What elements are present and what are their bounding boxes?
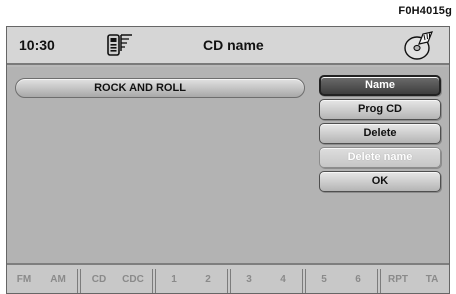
softkey-5[interactable]: 5	[309, 274, 339, 285]
screen-title: CD name	[203, 37, 264, 53]
ok-button[interactable]: OK	[319, 171, 441, 192]
softkey-2[interactable]: 2	[193, 274, 223, 285]
main-panel: ROCK AND ROLL Name Prog CD Delete Delete…	[7, 67, 449, 263]
softkey-separator	[77, 269, 81, 293]
softkey-rpt[interactable]: RPT	[383, 274, 413, 285]
cd-name-field[interactable]: ROCK AND ROLL	[15, 78, 305, 98]
softkey-cdc[interactable]: CDC	[118, 274, 148, 285]
softkey-fm[interactable]: FM	[9, 274, 39, 285]
delete-name-button: Delete name	[319, 147, 441, 168]
clock: 10:30	[19, 37, 55, 53]
softkey-4[interactable]: 4	[268, 274, 298, 285]
options-menu: Name Prog CD Delete Delete name OK	[319, 75, 441, 195]
softkey-6[interactable]: 6	[343, 274, 373, 285]
phone-signal-icon	[107, 34, 132, 56]
softkey-separator	[302, 269, 306, 293]
softkey-am[interactable]: AM	[43, 274, 73, 285]
softkey-separator	[227, 269, 231, 293]
softkey-1[interactable]: 1	[159, 274, 189, 285]
softkey-separator	[152, 269, 156, 293]
cd-disc-icon	[404, 31, 433, 60]
name-button[interactable]: Name	[319, 75, 441, 96]
softkey-separator	[377, 269, 381, 293]
prog-cd-button[interactable]: Prog CD	[319, 99, 441, 120]
header-bar: 10:30 CD name	[7, 27, 449, 65]
softkey-cd[interactable]: CD	[84, 274, 114, 285]
softkey-3[interactable]: 3	[234, 274, 264, 285]
figure-code: F0H4015g	[398, 5, 452, 17]
softkey-bar: FM AM CD CDC 1 2 3 4 5 6 RPT TA	[7, 263, 449, 293]
radio-display: 10:30 CD name ROCK AND ROLL Name Prog CD	[6, 26, 450, 294]
softkey-ta[interactable]: TA	[417, 274, 447, 285]
delete-button[interactable]: Delete	[319, 123, 441, 144]
